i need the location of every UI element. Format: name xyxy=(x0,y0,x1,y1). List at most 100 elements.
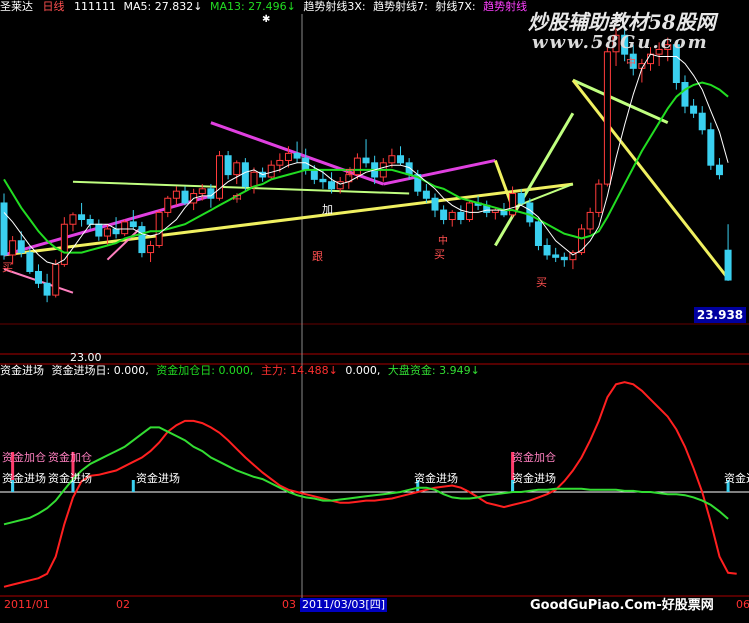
candle-body xyxy=(534,221,542,246)
candle-body xyxy=(138,226,146,254)
mid-tag-2: 中 xyxy=(345,168,355,179)
ma13-label: MA13: xyxy=(209,0,245,13)
candle-body xyxy=(233,162,241,176)
candle-body xyxy=(43,282,51,296)
watermark-url: www.58Gu.com xyxy=(532,32,709,53)
ma13-value: 27.496 xyxy=(248,0,287,13)
fund-add-tag-2: 资金加仓 xyxy=(48,451,92,464)
fund-enter-tag-4: 资金进场 xyxy=(414,472,458,485)
main-force-line xyxy=(3,381,737,588)
watermark-text: 炒股辅助教材58股网 xyxy=(528,10,716,34)
candle-body xyxy=(78,214,86,221)
candle-body xyxy=(86,219,94,225)
candle-body xyxy=(603,51,611,185)
candle-body xyxy=(422,190,430,199)
candle-body xyxy=(155,211,163,246)
ma5-label: MA5: xyxy=(123,0,152,13)
candle-body xyxy=(26,252,34,272)
footer-site: GoodGuPiao.Com-好股票网 xyxy=(530,598,714,613)
param-label: 111111 xyxy=(74,0,116,13)
candle-body xyxy=(586,211,594,230)
fund-enter-tag-3: 资金进场 xyxy=(136,472,180,485)
candle-body xyxy=(457,211,465,221)
candle-body xyxy=(353,157,361,176)
candle-body xyxy=(216,155,223,199)
buy-marker-1: 买 xyxy=(2,261,13,274)
add-marker: 加 xyxy=(322,203,333,216)
candle-body xyxy=(560,256,568,261)
axis-date-mar: 03 xyxy=(282,598,296,611)
market-fund-value: 3.949 xyxy=(439,364,471,377)
fund-enter-tag-1: 资金进场 xyxy=(2,472,46,485)
candle-body xyxy=(224,155,232,176)
candle-body xyxy=(121,221,129,235)
candle-body xyxy=(552,254,560,258)
ma5-arrow: ↓ xyxy=(193,0,203,13)
axis-date-end: 06 xyxy=(736,598,749,611)
candle-body xyxy=(517,193,525,204)
add-day-value: 0.000, xyxy=(218,364,254,377)
candle-body xyxy=(172,190,180,199)
candle-body xyxy=(9,240,17,256)
cursor-date-text: 2011/03/03 xyxy=(302,598,366,611)
fund-add-tag-1: 资金加仓 xyxy=(2,451,46,464)
candle-body xyxy=(250,171,258,187)
period-label[interactable]: 日线 xyxy=(43,0,65,13)
fund-enter-tag-2: 资金进场 xyxy=(48,472,92,485)
kline-chart[interactable] xyxy=(0,0,749,619)
low-price-label: 23.00 xyxy=(70,351,102,364)
candle-body xyxy=(17,240,25,254)
chart-stage xyxy=(0,0,749,619)
candle-body xyxy=(707,129,715,166)
candle-body xyxy=(198,188,206,195)
add-day-label: 资金加仓日: xyxy=(156,364,215,377)
indicator-title[interactable]: 资金进场 xyxy=(0,364,44,377)
candle-body xyxy=(388,155,396,164)
fund-add-tag-3: 资金加仓 xyxy=(512,451,556,464)
fund-enter-bar xyxy=(131,480,135,492)
ma5-value: 27.832 xyxy=(154,0,194,13)
trend-ray-yellow-3 xyxy=(571,79,730,280)
mid-tag-4: 中 xyxy=(626,58,636,69)
candle-body xyxy=(69,214,77,225)
candle-body xyxy=(0,202,8,256)
market-fund-label: 大盘资金: xyxy=(387,364,436,377)
trend-ray-3x: 趋势射线3X: xyxy=(303,0,366,13)
cursor-weekday: 四 xyxy=(369,598,381,611)
candle-body xyxy=(164,197,172,213)
candle-body xyxy=(34,270,42,284)
last-price-box: 23.938 xyxy=(694,307,746,323)
main-force-label: 主力: xyxy=(260,364,287,377)
candle-body xyxy=(578,228,586,254)
mid-tag-1: 中 xyxy=(232,194,242,205)
candle-body xyxy=(241,162,249,187)
candle-body xyxy=(319,178,327,183)
candle-body xyxy=(293,152,301,159)
candle-body xyxy=(267,164,275,178)
fund-enter-tag-5: 资金进场 xyxy=(512,472,556,485)
market-fund-arrow: ↓ xyxy=(470,364,480,377)
trend-ray-green-3 xyxy=(572,78,669,125)
market-fund-line xyxy=(3,426,729,526)
candle-body xyxy=(52,263,60,296)
enter-day-value: 0.000, xyxy=(113,364,149,377)
candle-body xyxy=(129,221,137,228)
enter-day-label: 资金进场日: xyxy=(51,364,111,377)
candle-body xyxy=(60,223,68,265)
candle-body xyxy=(112,228,120,235)
axis-date-feb: 02 xyxy=(116,598,130,611)
candle-body xyxy=(465,202,473,221)
candle-body xyxy=(103,228,111,237)
candle-body xyxy=(362,157,370,164)
candle-body xyxy=(284,152,292,161)
candle-body xyxy=(724,249,732,281)
trend-ray: 趋势射线 xyxy=(483,0,528,13)
candle-body xyxy=(276,159,284,166)
candle-body xyxy=(690,105,698,114)
candle-body xyxy=(715,164,723,176)
mid-tag-3: 中 xyxy=(438,236,448,247)
trend-ray-green-4 xyxy=(494,112,575,247)
trend-ray-7: 趋势射线7: xyxy=(373,0,428,13)
indicator-header: 资金进场 资金进场日: 0.000, 资金加仓日: 0.000, 主力: 14.… xyxy=(0,364,480,378)
candle-body xyxy=(310,169,318,180)
